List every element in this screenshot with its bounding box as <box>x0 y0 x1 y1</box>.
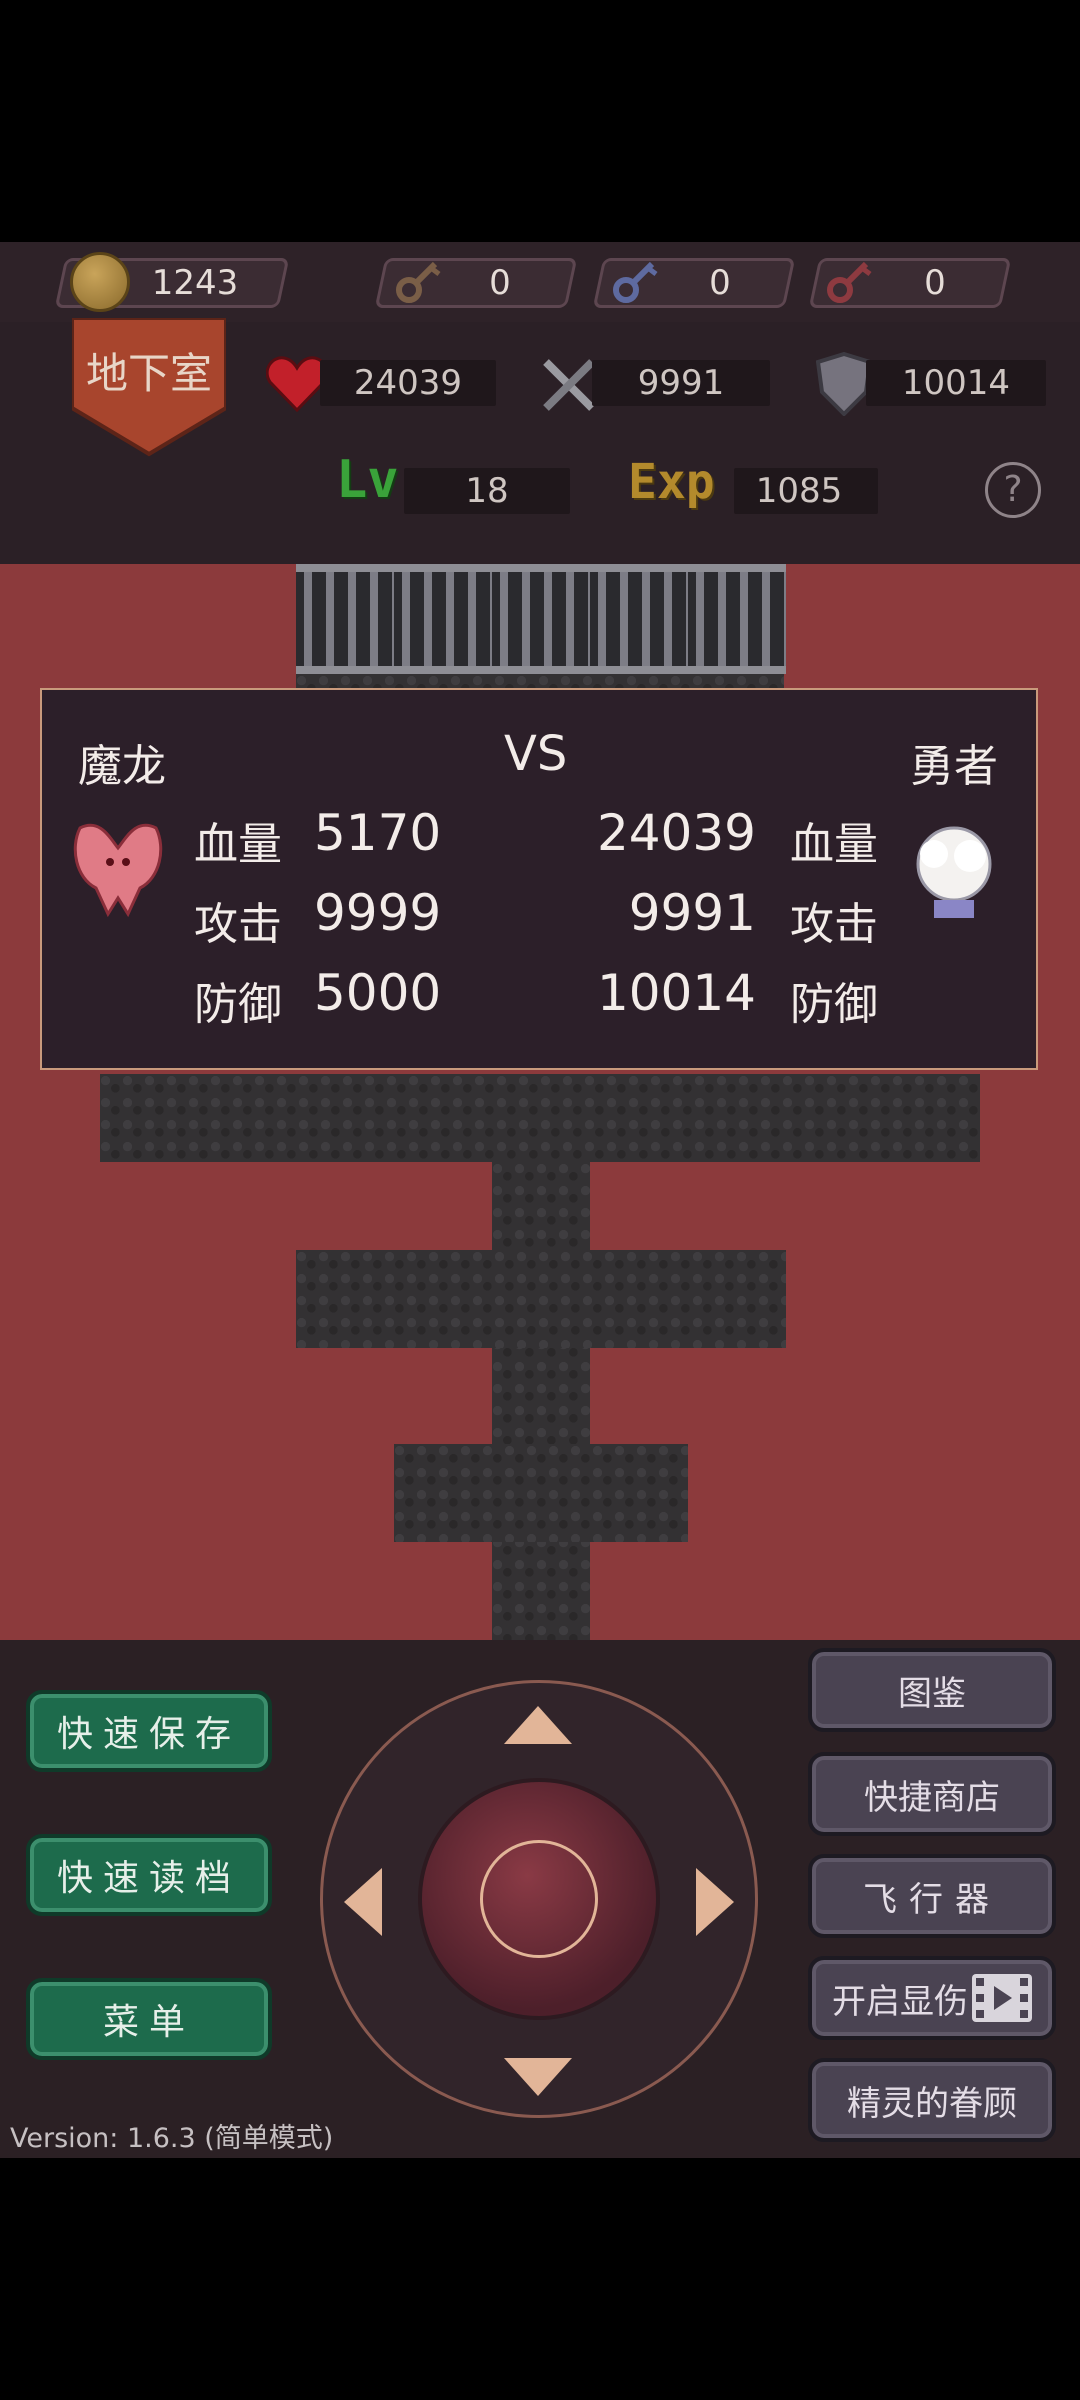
dpad-left-arrow-icon[interactable] <box>344 1868 382 1936</box>
version-label: Version: 1.6.3 (简单模式) <box>10 2123 334 2154</box>
dpad-down-arrow-icon[interactable] <box>504 2058 572 2096</box>
quick-save-button[interactable]: 快速保存 <box>26 1690 272 1772</box>
enemy-defense-label: 防御 <box>194 979 282 1030</box>
hero-exp: 1085 <box>755 471 843 511</box>
quick-shop-button[interactable]: 快捷商店 <box>808 1752 1056 1836</box>
enemy-attack-label: 攻击 <box>194 899 282 950</box>
fairy-favor-button[interactable]: 精灵的眷顾 <box>808 2058 1056 2142</box>
hero-attack-label: 攻击 <box>790 899 878 950</box>
video-ad-icon <box>972 1974 1032 2022</box>
iron-gate <box>688 564 786 674</box>
iron-gate <box>590 564 688 674</box>
hero-name: 勇者 <box>910 741 998 792</box>
menu-button[interactable]: 菜单 <box>26 1978 272 2060</box>
dpad-right-arrow-icon[interactable] <box>696 1868 734 1936</box>
red-key-count: 0 <box>924 263 946 303</box>
hero-battle-defense: 10014 <box>596 964 756 1022</box>
swords-icon <box>543 359 595 411</box>
iron-gate <box>394 564 492 674</box>
hero-battle-hp: 24039 <box>596 804 756 862</box>
dragon-icon <box>73 824 163 918</box>
bestiary-button[interactable]: 图鉴 <box>808 1648 1056 1732</box>
enemy-attack: 9999 <box>314 884 442 942</box>
help-button[interactable]: ? <box>985 462 1041 518</box>
yellow-key-icon <box>396 261 441 303</box>
vs-label: VS <box>504 726 568 782</box>
flyer-button[interactable]: 飞行器 <box>808 1854 1056 1938</box>
blue-key-icon <box>613 261 658 303</box>
shield-icon <box>816 352 872 416</box>
dpad-center-ring <box>480 1840 598 1958</box>
quick-load-button[interactable]: 快速读档 <box>26 1834 272 1916</box>
hero-battle-attack: 9991 <box>628 884 756 942</box>
floor-path <box>394 1444 688 1542</box>
gold-count: 1243 <box>151 263 239 303</box>
iron-gate <box>492 564 590 674</box>
hero-hp: 24039 <box>353 363 463 403</box>
floor-path <box>296 1250 786 1348</box>
red-key-icon <box>827 261 872 303</box>
enemy-defense: 5000 <box>314 964 442 1022</box>
exp-label: Exp <box>628 454 715 510</box>
floor-path <box>492 1162 590 1640</box>
hero-defense: 10014 <box>901 363 1011 403</box>
hero-defense-label: 防御 <box>790 979 878 1030</box>
gold-coin-icon <box>70 252 130 312</box>
yellow-key-count: 0 <box>489 263 511 303</box>
heart-icon <box>266 356 328 412</box>
hero-level: 18 <box>465 471 509 511</box>
dpad-up-arrow-icon[interactable] <box>504 1706 572 1744</box>
floor-name: 地下室 <box>85 349 212 398</box>
hero-hp-label: 血量 <box>790 819 878 870</box>
enemy-hp: 5170 <box>314 804 442 862</box>
floor-path <box>100 1074 980 1162</box>
show-damage-label: 开启显伤 <box>832 1982 968 2022</box>
blue-key-count: 0 <box>709 263 731 303</box>
hero-attack: 9991 <box>637 363 725 403</box>
hero-icon <box>916 826 992 918</box>
level-label: Lv <box>336 450 399 510</box>
iron-gate <box>296 564 394 674</box>
enemy-hp-label: 血量 <box>194 819 282 870</box>
enemy-name: 魔龙 <box>78 741 166 792</box>
